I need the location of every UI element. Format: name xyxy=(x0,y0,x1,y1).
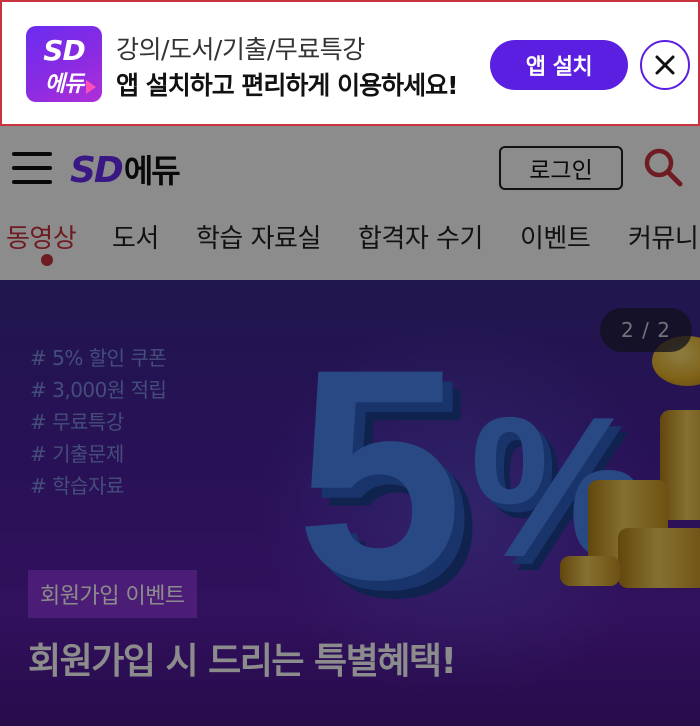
banner-title: 앱 설치하고 편리하게 이용하세요! xyxy=(116,71,459,100)
app-install-banner: SD 에듀 강의/도서/기출/무료특강 앱 설치하고 편리하게 이용하세요! 앱… xyxy=(0,0,700,126)
close-icon xyxy=(655,55,675,75)
close-banner-button[interactable] xyxy=(640,40,690,90)
page-content: SD에듀 로그인 동영상 도서 학습 자료실 합격자 수기 이벤트 커뮤니 # … xyxy=(0,126,700,726)
app-logo: SD 에듀 xyxy=(26,26,102,102)
app-logo-play-icon xyxy=(86,80,96,94)
app-logo-text-latin: SD xyxy=(43,34,85,67)
install-app-button[interactable]: 앱 설치 xyxy=(490,40,628,90)
banner-subtitle: 강의/도서/기출/무료특강 xyxy=(116,35,365,64)
modal-dim-overlay[interactable] xyxy=(0,126,700,726)
